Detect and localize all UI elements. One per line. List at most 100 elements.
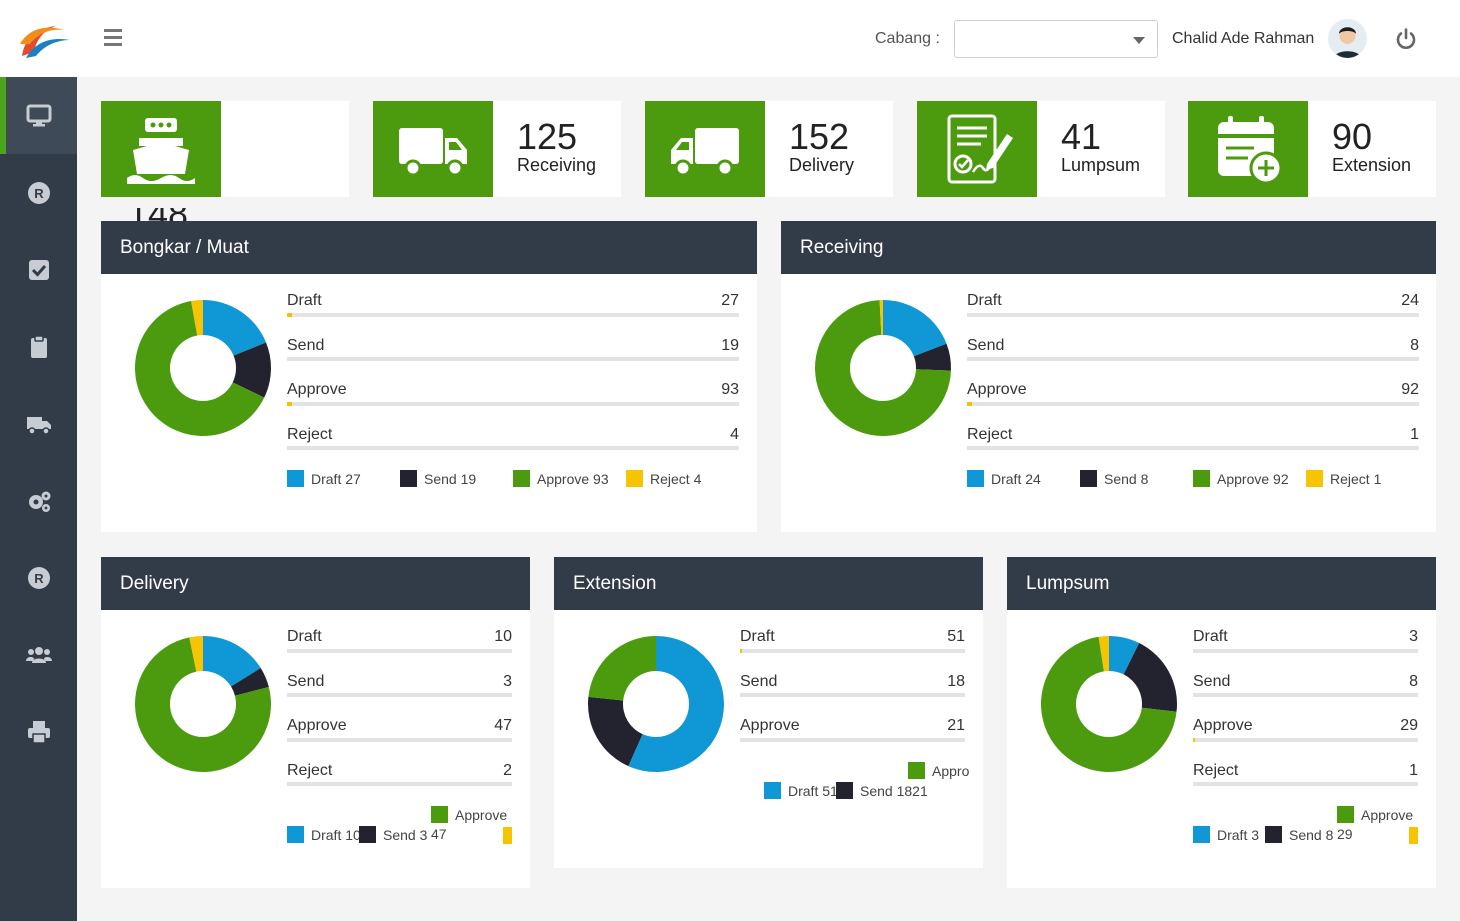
- sidebar-item-approval[interactable]: [0, 231, 77, 308]
- status-progress-draft: [287, 649, 512, 653]
- legend-reject: Reject 1: [1306, 470, 1381, 487]
- panel-lumpsum: Lumpsum Draft 3 Send 8 Approve 29 Reject…: [1007, 557, 1436, 888]
- stat-icon-box: [1188, 101, 1308, 197]
- logo-icon: [20, 26, 70, 58]
- status-progress-reject: [1193, 782, 1418, 786]
- legend-text: Send 19: [424, 470, 477, 487]
- panel-title: Extension: [573, 573, 657, 594]
- legend-text: Send 8: [1104, 470, 1149, 487]
- status-value-send: 19: [721, 337, 739, 354]
- status-progress-send: [287, 693, 512, 697]
- legend-draft: Draft 10: [287, 826, 361, 843]
- stat-value: 152: [789, 116, 850, 157]
- panel-header: Delivery: [101, 557, 530, 610]
- status-label-reject: Reject: [287, 762, 333, 779]
- desktop-icon: [26, 104, 51, 126]
- legend-text: Approve 93: [537, 470, 609, 487]
- avatar[interactable]: [1328, 19, 1367, 58]
- logout-button[interactable]: [1394, 27, 1418, 51]
- status-value-approve: 92: [1401, 381, 1419, 398]
- status-value-approve: 47: [494, 717, 512, 734]
- status-label-approve: Approve: [740, 717, 800, 734]
- sidebar-item-print[interactable]: [0, 693, 77, 770]
- legend-text: Reject 1: [1330, 470, 1382, 487]
- donut-slice-approve[interactable]: [588, 636, 656, 701]
- topbar: Cabang : Chalid Ade Rahman: [77, 0, 1460, 77]
- clipboard-icon: [30, 334, 47, 358]
- panel-title: Lumpsum: [1026, 573, 1110, 594]
- sidebar-item-truck[interactable]: [0, 385, 77, 462]
- status-label-approve: Approve: [287, 381, 347, 398]
- legend-send: Send 1821: [836, 782, 928, 799]
- status-value-reject: 1: [1409, 762, 1418, 779]
- sidebar-item-registered-2[interactable]: R: [0, 539, 77, 616]
- legend-text: Draft 3: [1217, 826, 1260, 843]
- panel-title: Delivery: [120, 573, 189, 594]
- status-label-approve: Approve: [287, 717, 347, 734]
- status-value-approve: 21: [947, 717, 965, 734]
- sidebar-item-settings[interactable]: [0, 462, 77, 539]
- legend-text: Approve: [455, 806, 508, 823]
- status-label-reject: Reject: [967, 426, 1013, 443]
- sidebar-item-users[interactable]: [0, 616, 77, 693]
- legend-swatch: [1337, 806, 1354, 823]
- status-value-send: 18: [947, 673, 965, 690]
- stat-card-extension[interactable]: 90 Extension: [1188, 101, 1436, 197]
- sidebar-item-registered-1[interactable]: R: [0, 154, 77, 231]
- sidebar-item-dashboard[interactable]: [0, 77, 77, 154]
- stat-value: 41: [1061, 116, 1102, 157]
- status-label-send: Send: [1193, 673, 1231, 690]
- stat-card-receiving[interactable]: 125 Receiving: [373, 101, 621, 197]
- stat-label: Receiving: [517, 155, 597, 175]
- status-value-send: 8: [1410, 337, 1419, 354]
- menu-toggle-icon[interactable]: [104, 29, 124, 49]
- truck-icon: [671, 128, 739, 177]
- status-label-approve: Approve: [1193, 717, 1253, 734]
- ship-icon: [127, 118, 195, 184]
- legend-swatch: [431, 806, 448, 823]
- legend-swatch: [1265, 826, 1282, 843]
- legend-swatch: [626, 470, 643, 487]
- legend-draft: Draft 51: [764, 782, 838, 799]
- registered-icon: R: [27, 566, 50, 589]
- stat-card-lumpsum[interactable]: 41 Lumpsum: [917, 101, 1165, 197]
- legend-approve: Approve: [1337, 806, 1413, 823]
- status-label-draft: Draft: [1193, 628, 1228, 645]
- check-square-icon: [28, 259, 49, 280]
- legend-text: 29: [1337, 826, 1353, 842]
- chevron-down-icon: [1133, 37, 1145, 44]
- status-progress-draft: [740, 649, 965, 653]
- status-progress-send: [740, 693, 965, 697]
- legend-text: Approve: [1361, 806, 1414, 823]
- panel-extension: Extension Draft 51 Send 18 Approve 21 Ap…: [554, 557, 983, 868]
- status-value-send: 8: [1409, 673, 1418, 690]
- status-value-draft: 27: [721, 292, 739, 309]
- panel-header: Extension: [554, 557, 983, 610]
- app-logo[interactable]: [0, 0, 77, 77]
- status-label-send: Send: [287, 337, 325, 354]
- stat-icon-box: [373, 101, 493, 197]
- status-progress-approve: [740, 738, 965, 742]
- stat-value: 90: [1332, 116, 1373, 157]
- stat-card-delivery[interactable]: 152 Delivery: [645, 101, 893, 197]
- svg-text:R: R: [34, 186, 44, 201]
- cabang-select[interactable]: [954, 20, 1158, 58]
- status-value-approve: 93: [721, 381, 739, 398]
- legend-text: Draft 24: [991, 470, 1041, 487]
- sidebar-item-clipboard[interactable]: [0, 308, 77, 385]
- status-progress-send: [967, 357, 1419, 361]
- status-label-draft: Draft: [740, 628, 775, 645]
- gears-icon: [28, 491, 50, 512]
- legend-send: Send 19: [400, 470, 476, 487]
- stat-card-bongkar[interactable]: [101, 101, 349, 197]
- registered-icon: R: [27, 181, 50, 204]
- legend-swatch-reject: [503, 827, 512, 844]
- donut-chart: [1041, 636, 1177, 772]
- status-label-reject: Reject: [1193, 762, 1239, 779]
- legend-send: Send 8: [1265, 826, 1333, 843]
- status-label-send: Send: [287, 673, 325, 690]
- user-name: Chalid Ade Rahman: [1172, 30, 1315, 47]
- status-progress-send: [1193, 693, 1418, 697]
- legend-text: 47: [431, 826, 447, 842]
- status-label-send: Send: [740, 673, 778, 690]
